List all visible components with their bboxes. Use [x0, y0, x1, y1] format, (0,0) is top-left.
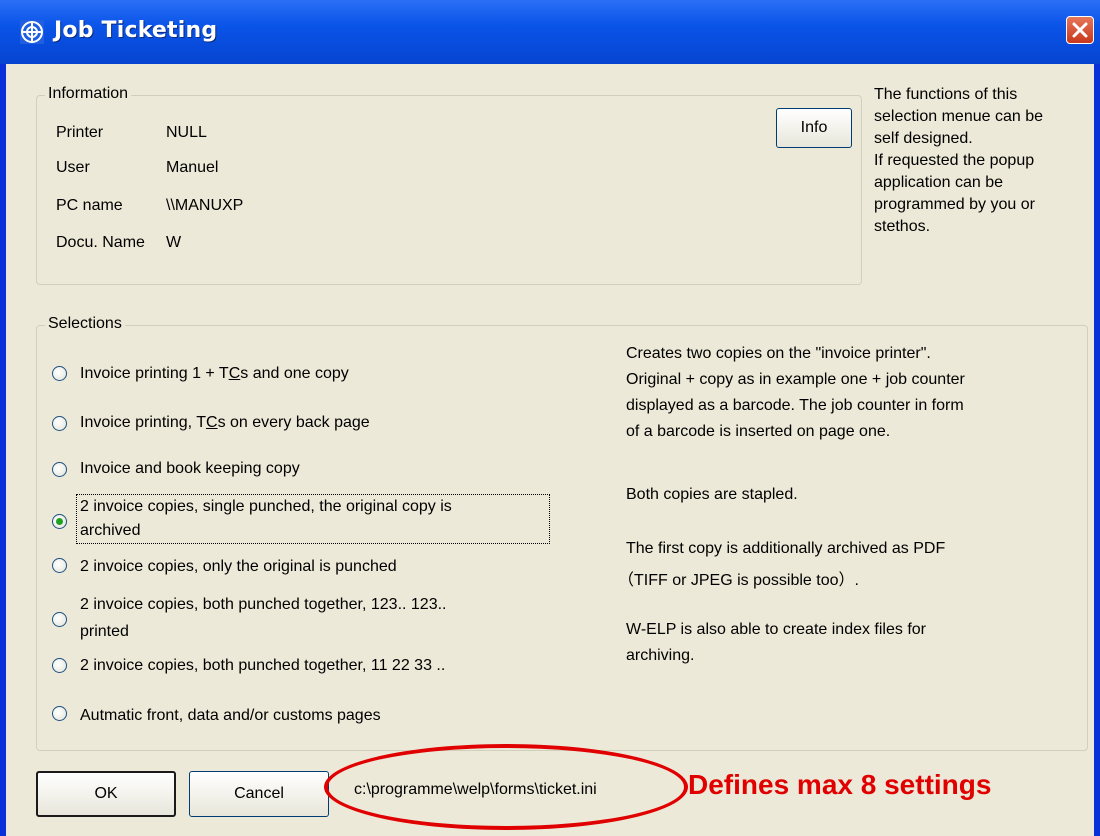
description-line-4: of a barcode is inserted on page one. — [626, 423, 891, 440]
option-6-radio[interactable] — [52, 612, 67, 627]
title-bar[interactable]: Job Ticketing — [0, 0, 1100, 64]
option-8-radio[interactable] — [52, 706, 67, 721]
selections-legend: Selections — [45, 315, 125, 333]
ok-button[interactable]: OK — [36, 771, 176, 817]
side-note-line-2: selection menue can be — [874, 108, 1043, 125]
cancel-button[interactable]: Cancel — [189, 771, 329, 817]
description-line-8: The first copy is additionally archived … — [626, 540, 946, 557]
dialog-client-area: Information Printer NULL User Manuel PC … — [6, 64, 1094, 836]
app-globe-icon — [20, 20, 44, 44]
option-1-radio[interactable] — [52, 366, 67, 381]
description-line-9: （TIFF or JPEG is possible too）. — [618, 572, 859, 589]
description-line-1: Creates two copies on the "invoice print… — [626, 345, 931, 362]
description-line-2: Original + copy as in example one + job … — [626, 371, 965, 388]
side-note-line-5: application can be — [874, 174, 1003, 191]
info-button[interactable]: Info — [776, 108, 852, 148]
information-group: Information — [36, 85, 862, 285]
printer-label: Printer — [56, 124, 104, 141]
option-4-label-line-2[interactable]: archived — [80, 520, 140, 542]
docu-name-value: W — [166, 234, 182, 251]
printer-value: NULL — [166, 124, 207, 141]
user-label: User — [56, 159, 90, 176]
side-note-line-1: The functions of this — [874, 86, 1018, 103]
option-4-label-line-1[interactable]: 2 invoice copies, single punched, the or… — [80, 496, 452, 518]
close-button[interactable] — [1066, 16, 1094, 44]
option-3-label[interactable]: Invoice and book keeping copy — [80, 458, 300, 480]
annotation-ellipse — [324, 744, 688, 830]
option-3-radio[interactable] — [52, 462, 67, 477]
option-7-radio[interactable] — [52, 658, 67, 673]
option-6-label-line-1[interactable]: 2 invoice copies, both punched together,… — [80, 594, 447, 616]
side-note-line-7: stethos. — [874, 218, 931, 235]
user-value: Manuel — [166, 159, 219, 176]
close-icon — [1072, 22, 1088, 38]
option-6-label-line-2[interactable]: printed — [80, 621, 129, 643]
side-note-line-4: If requested the popup — [874, 152, 1035, 169]
option-7-label[interactable]: 2 invoice copies, both punched together,… — [80, 655, 445, 677]
side-note-line-6: programmed by you or — [874, 196, 1035, 213]
option-1-label[interactable]: Invoice printing 1 + TCs and one copy — [80, 363, 349, 385]
description-line-3: displayed as a barcode. The job counter … — [626, 397, 964, 414]
description-line-6: Both copies are stapled. — [626, 486, 798, 503]
option-8-label[interactable]: Autmatic front, data and/or customs page… — [80, 705, 381, 727]
docu-name-label: Docu. Name — [56, 234, 145, 251]
job-ticketing-window: Job Ticketing Information Printer NULL U… — [0, 0, 1100, 836]
description-line-12: archiving. — [626, 647, 695, 664]
description-line-11: W-ELP is also able to create index files… — [626, 621, 926, 638]
option-2-label[interactable]: Invoice printing, TCs on every back page — [80, 412, 370, 434]
option-5-label[interactable]: 2 invoice copies, only the original is p… — [80, 556, 397, 578]
pc-name-value: \\MANUXP — [166, 197, 244, 214]
radio-selected-dot — [56, 518, 63, 525]
pc-name-label: PC name — [56, 197, 123, 214]
annotation-text: Defines max 8 settings — [688, 769, 992, 800]
window-title: Job Ticketing — [54, 18, 218, 43]
option-4-radio[interactable] — [52, 514, 67, 529]
information-legend: Information — [45, 85, 132, 103]
option-2-radio[interactable] — [52, 416, 67, 431]
side-note-line-3: self designed. — [874, 130, 973, 147]
option-5-radio[interactable] — [52, 558, 67, 573]
